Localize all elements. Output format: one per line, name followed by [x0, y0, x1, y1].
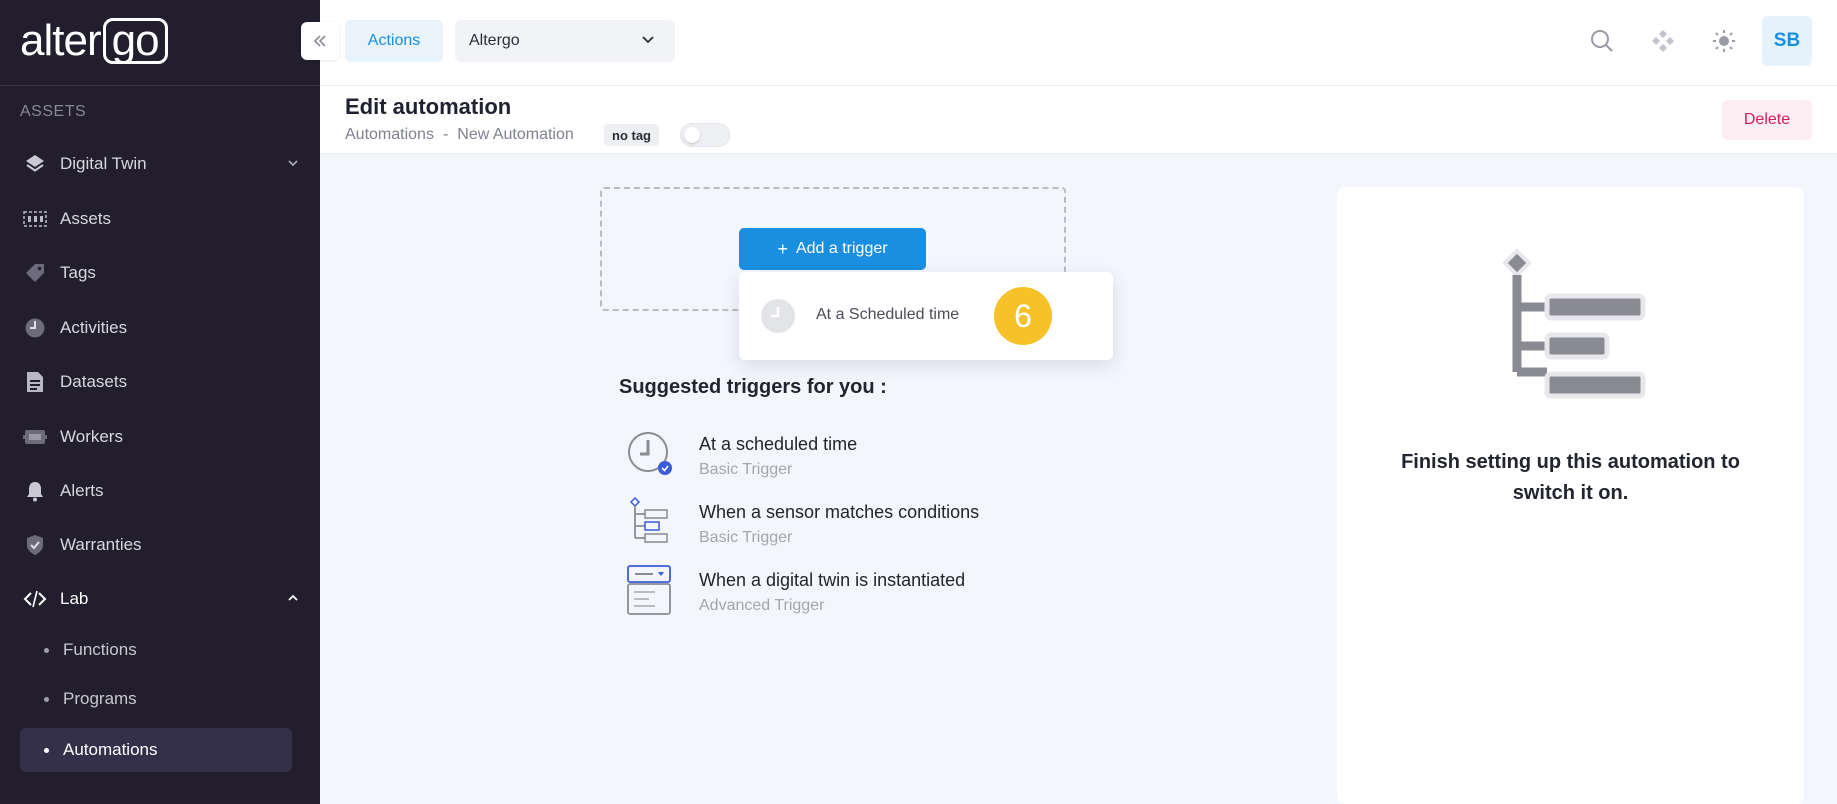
code-icon [20, 587, 50, 611]
sidebar-item-warranties[interactable]: Warranties [20, 523, 300, 567]
sidebar-subitem-label: Functions [63, 640, 137, 659]
add-trigger-label: Add a trigger [795, 240, 888, 257]
sidebar-item-lab[interactable]: Lab [20, 577, 300, 621]
altergo-logo[interactable]: alter go [20, 16, 168, 66]
suggestion-subtitle: Advanced Trigger [699, 597, 825, 614]
sidebar-item-label: Digital Twin [60, 154, 147, 173]
sidebar-item-workers[interactable]: Workers [20, 415, 300, 459]
components-icon[interactable] [1646, 24, 1680, 58]
window-icon [625, 564, 675, 618]
sidebar-subitem-functions[interactable]: Functions [20, 628, 292, 672]
sidebar-item-label: Assets [60, 209, 112, 228]
search-icon[interactable] [1585, 24, 1619, 58]
actions-button[interactable]: Actions [345, 20, 443, 62]
sidebar-item-assets[interactable]: Assets [20, 197, 300, 241]
chevron-up-icon [286, 591, 300, 608]
sidebar-item-label: Alerts [60, 481, 104, 500]
sidebar-subitem-automations[interactable]: Automations [20, 728, 292, 772]
status-panel: Finish setting up this automation to swi… [1337, 187, 1804, 804]
suggested-triggers-title: Suggested triggers for you : [619, 376, 887, 398]
top-bar: Actions Altergo SB [320, 0, 1837, 86]
automation-enable-toggle[interactable] [680, 123, 730, 147]
automation-tree-illustration [1497, 245, 1657, 410]
sidebar-item-label: Lab [60, 589, 89, 608]
worker-icon [20, 425, 50, 449]
layers-icon [20, 152, 50, 176]
user-avatar[interactable]: SB [1762, 16, 1812, 66]
assets-icon [20, 207, 50, 231]
delete-button[interactable]: Delete [1722, 100, 1812, 140]
suggestion-title: When a sensor matches conditions [699, 502, 980, 522]
breadcrumb-current: New Automation [457, 126, 574, 143]
suggestion-item[interactable]: When a sensor matches conditions Basic T… [625, 496, 1145, 556]
sidebar-item-label: Tags [60, 263, 96, 282]
bullet-dot [44, 696, 49, 702]
sidebar-subitem-label: Programs [63, 689, 137, 708]
bell-icon [20, 479, 50, 503]
clock-icon [761, 299, 795, 333]
suggestion-subtitle: Basic Trigger [699, 461, 793, 478]
dataset-icon [20, 370, 50, 394]
chevron-down-icon [639, 30, 657, 53]
tag-icon [20, 261, 50, 285]
breadcrumb: Automations - New Automation [345, 126, 574, 144]
sidebar-item-tags[interactable]: Tags [20, 251, 300, 295]
bullet-dot [44, 747, 49, 753]
plus-icon: + [777, 238, 788, 259]
suggestion-item[interactable]: When a digital twin is instantiated Adva… [625, 564, 1145, 624]
step-badge: 6 [994, 287, 1052, 345]
tag-chip[interactable]: no tag [604, 124, 659, 146]
sidebar-subitem-programs[interactable]: Programs [20, 677, 292, 721]
sidebar-item-digital-twin[interactable]: Digital Twin [20, 142, 300, 186]
collapse-sidebar-button[interactable] [301, 22, 339, 60]
trigger-option-scheduled[interactable]: At a Scheduled time [816, 306, 959, 324]
clock-icon [625, 428, 675, 482]
logo-text-go: go [102, 18, 168, 64]
shield-icon [20, 533, 50, 557]
bullet-dot [44, 647, 49, 653]
activity-icon [20, 316, 50, 340]
add-trigger-button[interactable]: + Add a trigger [739, 228, 926, 270]
page-header: Edit automation Automations - New Automa… [320, 86, 1837, 154]
sidebar-item-label: Workers [60, 427, 123, 446]
sidebar: alter go ASSETS Digital Twin Assets Tags … [0, 0, 320, 804]
status-message: Finish setting up this automation to swi… [1401, 451, 1740, 504]
suggestion-title: At a scheduled time [699, 434, 858, 454]
toggle-knob [684, 127, 700, 143]
breadcrumb-separator: - [442, 126, 449, 143]
page-title: Edit automation [345, 94, 512, 119]
double-chevron-left-icon [313, 35, 326, 47]
trigger-dropdown: At a Scheduled time [739, 272, 1113, 360]
sidebar-item-label: Datasets [60, 372, 128, 391]
breadcrumb-automations[interactable]: Automations [345, 126, 434, 144]
sidebar-item-alerts[interactable]: Alerts [20, 469, 300, 513]
sidebar-section-label: ASSETS [20, 103, 87, 120]
organization-select[interactable]: Altergo [455, 20, 675, 62]
suggestion-item[interactable]: At a scheduled time Basic Trigger [625, 428, 1145, 488]
sidebar-divider [0, 85, 320, 86]
tree-icon [625, 496, 675, 550]
sidebar-item-label: Warranties [60, 535, 142, 554]
sidebar-item-datasets[interactable]: Datasets [20, 360, 300, 404]
suggestion-subtitle: Basic Trigger [699, 529, 793, 546]
sidebar-item-activities[interactable]: Activities [20, 306, 300, 350]
sidebar-subitem-label: Automations [63, 740, 158, 759]
organization-select-value: Altergo [469, 32, 520, 49]
sun-icon[interactable] [1707, 24, 1741, 58]
logo-text-alter: alter [20, 16, 102, 65]
sidebar-item-label: Activities [60, 318, 128, 337]
suggestion-title: When a digital twin is instantiated [699, 570, 966, 590]
chevron-down-icon [286, 156, 300, 173]
